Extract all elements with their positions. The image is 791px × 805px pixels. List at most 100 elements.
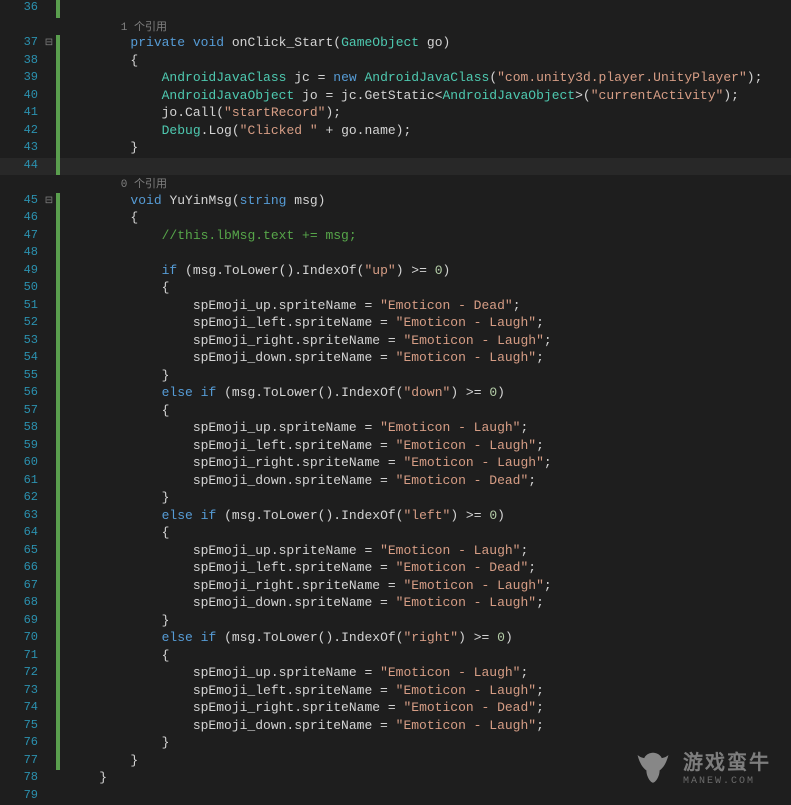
- token: "left": [404, 508, 451, 523]
- code-content[interactable]: spEmoji_left.spriteName = "Emoticon - De…: [60, 560, 791, 575]
- code-line[interactable]: 54 spEmoji_down.spriteName = "Emoticon -…: [0, 350, 791, 368]
- code-content[interactable]: }: [60, 613, 791, 628]
- code-line[interactable]: 70 else if (msg.ToLower().IndexOf("right…: [0, 630, 791, 648]
- code-line[interactable]: 45⊟ void YuYinMsg(string msg): [0, 193, 791, 211]
- token: ;: [536, 438, 544, 453]
- token: "Emoticon - Laugh": [403, 455, 543, 470]
- token: "com.unity3d.player.UnityPlayer": [497, 70, 747, 85]
- code-line[interactable]: 38 {: [0, 53, 791, 71]
- code-line[interactable]: 0 个引用: [0, 175, 791, 193]
- code-content[interactable]: }: [60, 368, 791, 383]
- code-line[interactable]: 61 spEmoji_down.spriteName = "Emoticon -…: [0, 473, 791, 491]
- code-line[interactable]: 47 //this.lbMsg.text += msg;: [0, 228, 791, 246]
- code-editor[interactable]: 36 1 个引用37⊟ private void onClick_Start(G…: [0, 0, 791, 805]
- code-content[interactable]: void YuYinMsg(string msg): [60, 193, 791, 208]
- code-line[interactable]: 63 else if (msg.ToLower().IndexOf("left"…: [0, 508, 791, 526]
- fold-toggle-icon[interactable]: ⊟: [42, 193, 56, 210]
- code-content[interactable]: {: [60, 525, 791, 540]
- code-content[interactable]: spEmoji_up.spriteName = "Emoticon - Laug…: [60, 420, 791, 435]
- code-content[interactable]: spEmoji_down.spriteName = "Emoticon - La…: [60, 718, 791, 733]
- code-line[interactable]: 1 个引用: [0, 18, 791, 36]
- code-line[interactable]: 69 }: [0, 613, 791, 631]
- code-line[interactable]: 40 AndroidJavaObject jo = jc.GetStatic<A…: [0, 88, 791, 106]
- line-number: 77: [0, 753, 42, 767]
- code-line[interactable]: 51 spEmoji_up.spriteName = "Emoticon - D…: [0, 298, 791, 316]
- code-content[interactable]: spEmoji_right.spriteName = "Emoticon - L…: [60, 333, 791, 348]
- code-content[interactable]: }: [60, 490, 791, 505]
- line-number: 50: [0, 280, 42, 294]
- code-line[interactable]: 43 }: [0, 140, 791, 158]
- code-line[interactable]: 64 {: [0, 525, 791, 543]
- code-content[interactable]: }: [60, 140, 791, 155]
- code-content[interactable]: else if (msg.ToLower().IndexOf("down") >…: [60, 385, 791, 400]
- code-line[interactable]: 74 spEmoji_right.spriteName = "Emoticon …: [0, 700, 791, 718]
- code-line[interactable]: 36: [0, 0, 791, 18]
- token: }: [68, 613, 169, 628]
- code-content[interactable]: spEmoji_right.spriteName = "Emoticon - D…: [60, 700, 791, 715]
- line-number: 37: [0, 35, 42, 49]
- code-line[interactable]: 66 spEmoji_left.spriteName = "Emoticon -…: [0, 560, 791, 578]
- code-content[interactable]: jo.Call("startRecord");: [60, 105, 791, 120]
- code-line[interactable]: 58 spEmoji_up.spriteName = "Emoticon - L…: [0, 420, 791, 438]
- code-line[interactable]: 79: [0, 788, 791, 805]
- code-line[interactable]: 44: [0, 158, 791, 176]
- code-content[interactable]: spEmoji_left.spriteName = "Emoticon - La…: [60, 683, 791, 698]
- code-line[interactable]: 37⊟ private void onClick_Start(GameObjec…: [0, 35, 791, 53]
- code-content[interactable]: private void onClick_Start(GameObject go…: [60, 35, 791, 50]
- code-line[interactable]: 57 {: [0, 403, 791, 421]
- code-content[interactable]: {: [60, 53, 791, 68]
- code-line[interactable]: 68 spEmoji_down.spriteName = "Emoticon -…: [0, 595, 791, 613]
- code-content[interactable]: //this.lbMsg.text += msg;: [60, 228, 791, 243]
- code-line[interactable]: 48: [0, 245, 791, 263]
- code-content[interactable]: spEmoji_left.spriteName = "Emoticon - La…: [60, 438, 791, 453]
- token: ) >=: [458, 630, 497, 645]
- code-line[interactable]: 65 spEmoji_up.spriteName = "Emoticon - L…: [0, 543, 791, 561]
- code-content[interactable]: 0 个引用: [60, 175, 791, 191]
- code-content[interactable]: spEmoji_left.spriteName = "Emoticon - La…: [60, 315, 791, 330]
- code-line[interactable]: 72 spEmoji_up.spriteName = "Emoticon - L…: [0, 665, 791, 683]
- code-line[interactable]: 41 jo.Call("startRecord");: [0, 105, 791, 123]
- code-line[interactable]: 49 if (msg.ToLower().IndexOf("up") >= 0): [0, 263, 791, 281]
- code-content[interactable]: {: [60, 210, 791, 225]
- token: spEmoji_left.spriteName =: [68, 683, 396, 698]
- code-content[interactable]: spEmoji_up.spriteName = "Emoticon - Dead…: [60, 298, 791, 313]
- code-line[interactable]: 60 spEmoji_right.spriteName = "Emoticon …: [0, 455, 791, 473]
- code-content[interactable]: {: [60, 403, 791, 418]
- code-line[interactable]: 56 else if (msg.ToLower().IndexOf("down"…: [0, 385, 791, 403]
- code-content[interactable]: spEmoji_up.spriteName = "Emoticon - Laug…: [60, 665, 791, 680]
- line-number: 63: [0, 508, 42, 522]
- code-line[interactable]: 46 {: [0, 210, 791, 228]
- code-content[interactable]: spEmoji_right.spriteName = "Emoticon - L…: [60, 578, 791, 593]
- code-line[interactable]: 52 spEmoji_left.spriteName = "Emoticon -…: [0, 315, 791, 333]
- code-line[interactable]: 75 spEmoji_down.spriteName = "Emoticon -…: [0, 718, 791, 736]
- token: {: [68, 53, 138, 68]
- code-content[interactable]: AndroidJavaObject jo = jc.GetStatic<Andr…: [60, 88, 791, 103]
- code-line[interactable]: 53 spEmoji_right.spriteName = "Emoticon …: [0, 333, 791, 351]
- fold-toggle-icon[interactable]: ⊟: [42, 35, 56, 52]
- code-content[interactable]: spEmoji_down.spriteName = "Emoticon - De…: [60, 473, 791, 488]
- code-line[interactable]: 67 spEmoji_right.spriteName = "Emoticon …: [0, 578, 791, 596]
- code-content[interactable]: AndroidJavaClass jc = new AndroidJavaCla…: [60, 70, 791, 85]
- code-content[interactable]: spEmoji_down.spriteName = "Emoticon - La…: [60, 595, 791, 610]
- code-line[interactable]: 73 spEmoji_left.spriteName = "Emoticon -…: [0, 683, 791, 701]
- code-content[interactable]: spEmoji_right.spriteName = "Emoticon - L…: [60, 455, 791, 470]
- code-content[interactable]: spEmoji_down.spriteName = "Emoticon - La…: [60, 350, 791, 365]
- code-line[interactable]: 39 AndroidJavaClass jc = new AndroidJava…: [0, 70, 791, 88]
- code-content[interactable]: else if (msg.ToLower().IndexOf("right") …: [60, 630, 791, 645]
- code-line[interactable]: 62 }: [0, 490, 791, 508]
- code-line[interactable]: 50 {: [0, 280, 791, 298]
- code-content[interactable]: {: [60, 648, 791, 663]
- code-content[interactable]: if (msg.ToLower().IndexOf("up") >= 0): [60, 263, 791, 278]
- code-line[interactable]: 59 spEmoji_left.spriteName = "Emoticon -…: [0, 438, 791, 456]
- code-content[interactable]: Debug.Log("Clicked " + go.name);: [60, 123, 791, 138]
- code-content[interactable]: spEmoji_up.spriteName = "Emoticon - Laug…: [60, 543, 791, 558]
- code-content[interactable]: {: [60, 280, 791, 295]
- code-content[interactable]: 1 个引用: [60, 18, 791, 34]
- code-line[interactable]: 42 Debug.Log("Clicked " + go.name);: [0, 123, 791, 141]
- reference-count[interactable]: 1 个引用: [68, 22, 167, 34]
- code-line[interactable]: 55 }: [0, 368, 791, 386]
- code-line[interactable]: 71 {: [0, 648, 791, 666]
- bull-icon: [631, 744, 675, 788]
- code-content[interactable]: else if (msg.ToLower().IndexOf("left") >…: [60, 508, 791, 523]
- reference-count[interactable]: 0 个引用: [68, 179, 167, 191]
